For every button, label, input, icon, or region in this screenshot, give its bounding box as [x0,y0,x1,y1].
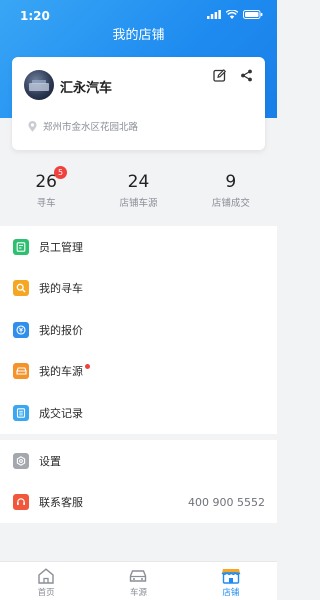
address-text: 郑州市金水区花园北路 [43,122,139,133]
menu-item-my-search[interactable]: 我的寻车 [0,268,277,310]
stat-label: 寻车 [36,198,56,209]
signal-icon [207,10,221,19]
stat-label: 店铺成交 [211,198,250,209]
tab-label: 车源 [129,588,147,598]
status-time: 1:20 [20,9,50,23]
menu-label: 我的报价 [39,323,83,337]
stat-value: 9 [225,172,237,192]
store-icon [221,569,241,584]
stat-shop-deals[interactable]: 9 店铺成交 [185,158,277,218]
shop-card: 汇永汽车 郑州市金水区花园北路 [12,57,265,150]
notification-badge: 5 [54,166,67,179]
shop-address: 郑州市金水区花园北路 [28,119,138,133]
location-pin-icon [28,120,37,132]
record-icon [13,404,29,421]
staff-icon [13,238,29,255]
edit-icon[interactable] [213,69,226,82]
stat-value: 24 [127,172,150,192]
menu-item-staff[interactable]: 员工管理 [0,226,277,268]
tab-label: 首页 [37,588,55,598]
stats-row: 26 5 寻车 24 店铺车源 9 店铺成交 [0,158,277,218]
shop-avatar[interactable] [24,70,54,100]
menu-label: 我的寻车 [39,282,83,296]
gear-icon [13,452,29,469]
menu-item-customer-service[interactable]: 联系客服 400 900 5552 [0,482,277,524]
car-icon [130,570,147,582]
menu-item-my-cars[interactable]: 我的车源 [0,351,277,393]
wifi-icon [226,10,238,19]
card-actions [213,69,253,82]
menu-label: 员工管理 [39,240,83,254]
tab-label: 店铺 [222,588,240,598]
bottom-tab-bar: 首页 车源 店铺 [0,561,277,600]
tab-home[interactable]: 首页 [0,562,92,600]
shop-name: 汇永汽车 [60,81,113,96]
secondary-menu: 设置 联系客服 400 900 5552 [0,440,277,523]
menu-label: 联系客服 [39,496,83,510]
tab-cars[interactable]: 车源 [92,562,184,600]
battery-icon [243,10,263,19]
menu-label: 设置 [39,454,61,468]
status-icons [207,10,263,19]
unread-dot [85,363,90,369]
search-car-icon [13,280,29,297]
page-title: 我的店铺 [112,28,165,43]
headset-icon [13,494,29,511]
tab-store[interactable]: 店铺 [185,562,277,600]
menu-item-my-quotes[interactable]: 我的报价 [0,309,277,351]
share-icon[interactable] [240,69,253,82]
quote-icon [13,321,29,338]
menu-label: 成交记录 [39,406,83,420]
stat-value: 26 [35,172,57,192]
stat-search-car[interactable]: 26 5 寻车 [0,158,92,218]
stat-shop-inventory[interactable]: 24 店铺车源 [92,158,184,218]
main-menu: 员工管理 我的寻车 我的报价 我的车源 成交记录 [0,226,277,434]
service-phone[interactable]: 400 900 5552 [188,496,265,509]
car-source-icon [13,363,29,380]
home-icon [38,568,54,584]
menu-item-deal-records[interactable]: 成交记录 [0,392,277,434]
menu-label: 我的车源 [39,365,83,379]
stat-label: 店铺车源 [119,198,158,209]
menu-item-settings[interactable]: 设置 [0,440,277,482]
